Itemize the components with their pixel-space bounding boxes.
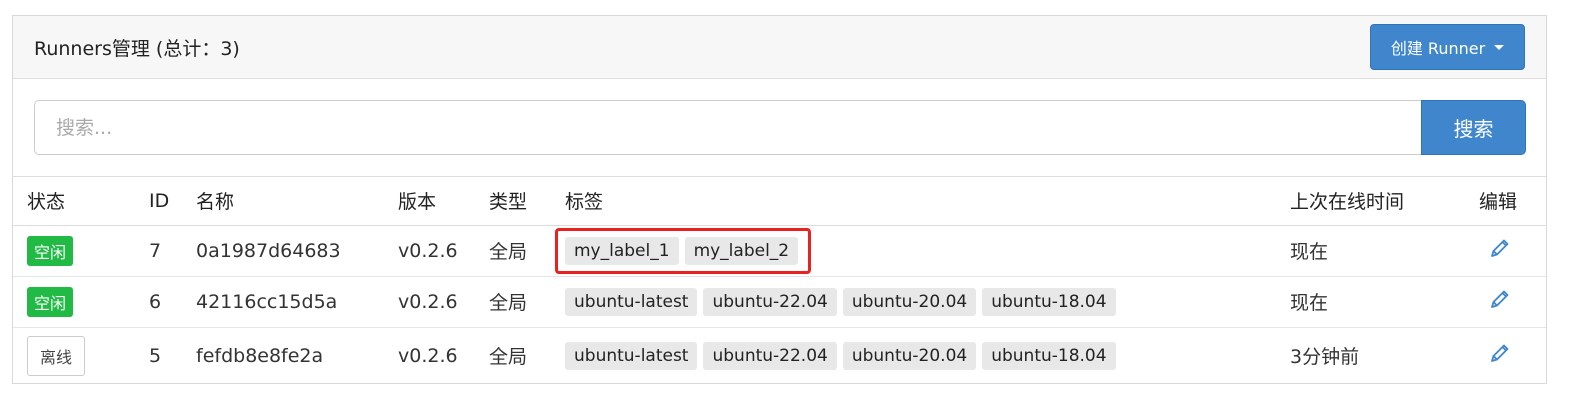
table-header-row: 状态 ID 名称 版本 类型 标签 上次在线时间 编辑 [13,177,1546,225]
column-header-id: ID [149,189,170,212]
label-tag: ubuntu-22.04 [703,341,837,370]
label-tag: ubuntu-22.04 [703,287,837,316]
pencil-icon[interactable] [1489,288,1511,315]
runner-version: v0.2.6 [398,239,458,262]
runner-id: 6 [149,290,162,313]
runner-name: 0a1987d64683 [196,239,341,262]
last-online: 3分钟前 [1290,346,1360,369]
runner-id: 7 [149,239,162,262]
search-button[interactable]: 搜索 [1421,100,1526,155]
label-tag: ubuntu-20.04 [842,287,977,316]
create-runner-button[interactable]: 创建 Runner [1370,24,1525,70]
table-row: 空闲 6 42116cc15d5a v0.2.6 全局 ubuntu-lates… [13,276,1546,327]
create-runner-label: 创建 Runner [1390,39,1486,58]
label-tag: my_label_2 [684,236,799,265]
runner-version: v0.2.6 [398,290,458,313]
caret-down-icon [1494,44,1505,50]
label-tag: ubuntu-18.04 [982,287,1116,316]
label-tag: ubuntu-latest [565,287,698,316]
column-header-edit: 编辑 [1479,191,1518,214]
panel-header: Runners管理 (总计：3) 创建 Runner [13,16,1546,79]
label-tag: ubuntu-18.04 [982,341,1116,370]
column-header-labels: 标签 [565,191,604,214]
last-online: 现在 [1290,292,1329,314]
status-badge: 离线 [27,335,86,376]
column-header-last-online: 上次在线时间 [1290,191,1405,214]
runner-type: 全局 [489,241,528,263]
runner-name: 42116cc15d5a [196,290,338,313]
runners-panel: Runners管理 (总计：3) 创建 Runner 搜索 状态 ID 名称 版… [12,15,1547,384]
search-input[interactable] [34,100,1422,155]
last-online: 现在 [1290,241,1329,263]
column-header-status: 状态 [27,191,66,214]
runner-version: v0.2.6 [398,344,458,367]
pencil-icon[interactable] [1489,342,1511,369]
runner-name: fefdb8e8fe2a [196,344,324,367]
status-badge: 空闲 [27,235,74,266]
table-row: 空闲 7 0a1987d64683 v0.2.6 全局 my_label_1 m… [13,225,1546,276]
column-header-type: 类型 [489,191,528,214]
runner-type: 全局 [489,292,528,314]
pencil-icon[interactable] [1489,237,1511,264]
page-title: Runners管理 (总计：3) [34,37,240,60]
runner-id: 5 [149,344,162,367]
highlighted-labels-box: my_label_1 my_label_2 [555,227,812,274]
runners-table: 状态 ID 名称 版本 类型 标签 上次在线时间 编辑 空闲 7 0a1987d… [13,177,1546,384]
label-tag: ubuntu-20.04 [842,341,977,370]
status-badge: 空闲 [27,286,74,317]
search-bar: 搜索 [13,79,1546,177]
table-row: 离线 5 fefdb8e8fe2a v0.2.6 全局 ubuntu-lates… [13,327,1546,384]
column-header-version: 版本 [398,191,437,214]
label-tag: ubuntu-latest [565,341,698,370]
runner-type: 全局 [489,346,528,369]
column-header-name: 名称 [196,191,235,214]
label-tag: my_label_1 [565,236,679,265]
